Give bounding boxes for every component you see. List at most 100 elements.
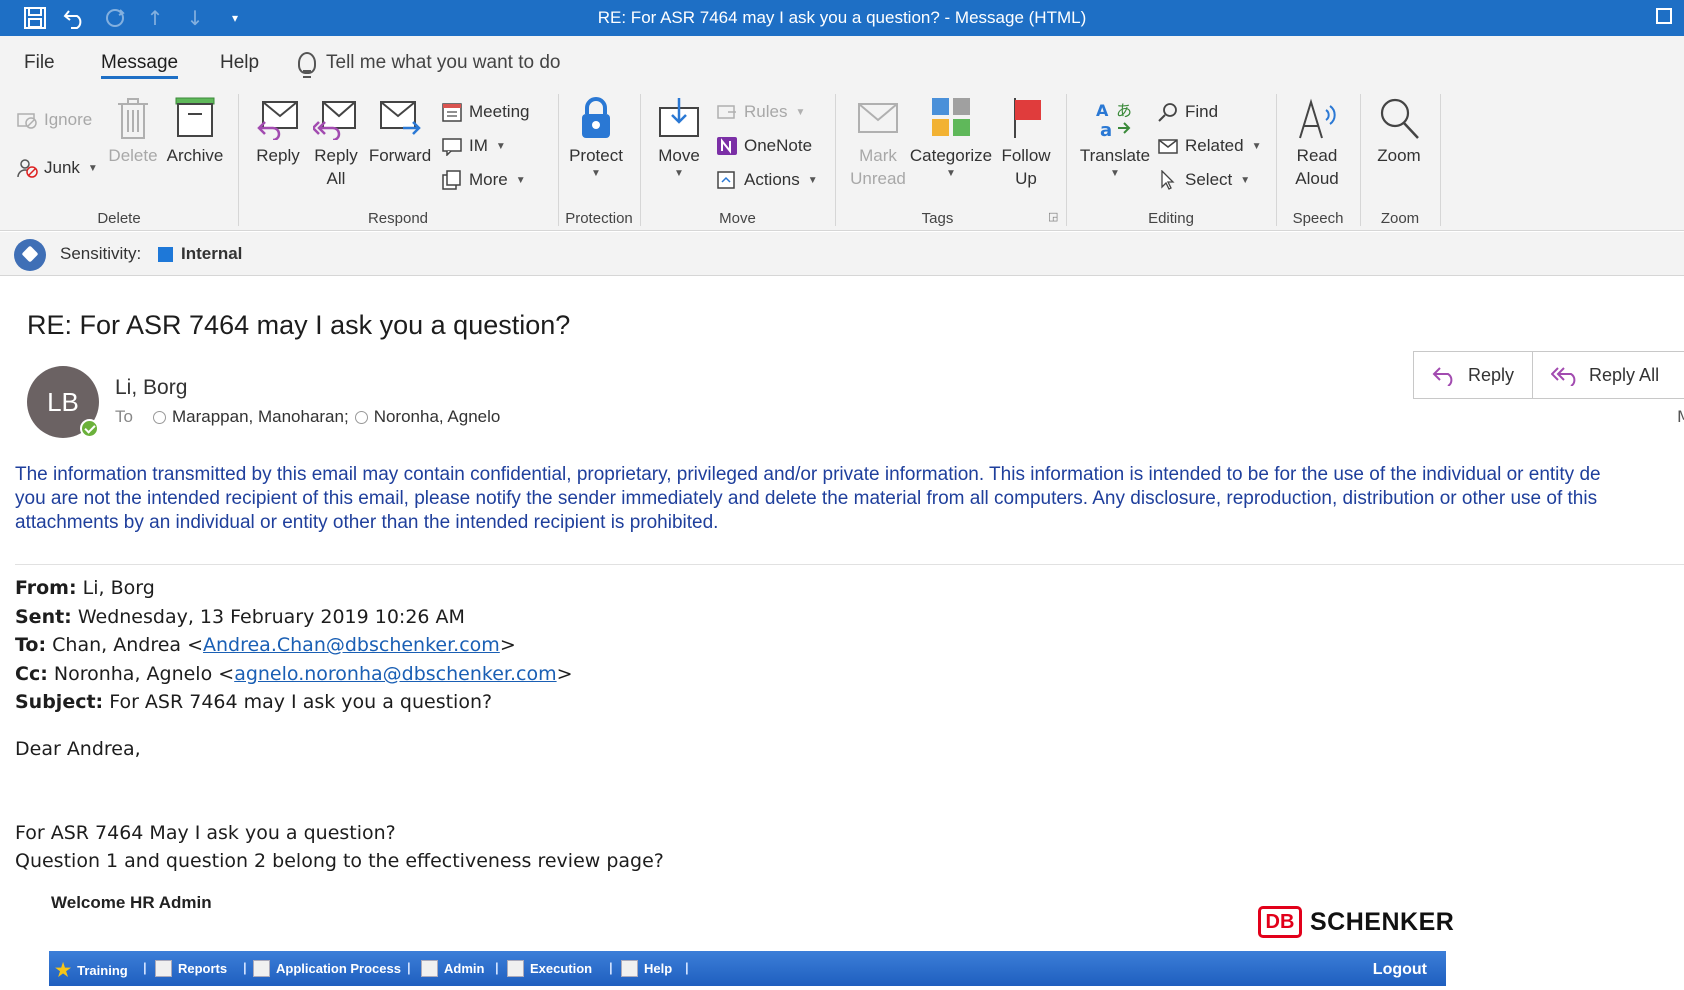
title-bar: ↑ ↓ ▾ RE: For ASR 7464 may I ask you a q… xyxy=(0,0,1684,36)
restore-window-icon[interactable] xyxy=(1656,8,1672,24)
ribbon: Ignore Junk ▼ Delete Archive Delete Reply… xyxy=(0,86,1684,231)
tab-message[interactable]: Message xyxy=(101,52,179,79)
find-button[interactable]: Find xyxy=(1157,102,1218,122)
move-folder-icon xyxy=(659,98,699,137)
nav-separator: | xyxy=(609,960,613,975)
reply-button[interactable]: Reply xyxy=(1414,352,1532,398)
forward-button[interactable]: Forward xyxy=(368,96,432,167)
im-button[interactable]: IM ▼ xyxy=(441,136,506,156)
to-label: To xyxy=(115,407,133,426)
outlook-message-window: ↑ ↓ ▾ RE: For ASR 7464 may I ask you a q… xyxy=(0,0,1684,990)
reply-all-button-label: Reply All xyxy=(1589,364,1660,385)
move-button[interactable]: Move ▼ xyxy=(651,96,707,181)
sensitivity-value[interactable]: Internal xyxy=(181,244,242,264)
categorize-button[interactable]: Categorize ▼ xyxy=(908,96,994,181)
mark-unread-button[interactable]: Mark Unread xyxy=(845,96,911,190)
follow-up-button[interactable]: Follow Up xyxy=(997,96,1055,190)
recipient[interactable]: Noronha, Agnelo xyxy=(374,407,501,427)
select-label: Select xyxy=(1185,170,1233,189)
ignore-label: Ignore xyxy=(44,110,93,129)
delete-button[interactable]: Delete xyxy=(105,96,161,167)
chevron-down-icon: ▼ xyxy=(1240,174,1251,186)
cc-close: > xyxy=(556,662,573,685)
tab-help[interactable]: Help xyxy=(220,52,259,74)
zoom-label: Zoom xyxy=(1377,146,1421,165)
from-label: From: xyxy=(15,577,77,599)
translate-button[interactable]: Aあa Translate ▼ xyxy=(1076,96,1154,181)
lightbulb-icon xyxy=(298,52,316,78)
group-divider xyxy=(1360,94,1361,226)
archive-icon xyxy=(175,97,215,137)
chevron-down-icon: ▼ xyxy=(515,174,526,186)
reply-ribbon-button[interactable]: Reply xyxy=(251,96,305,167)
zoom-button[interactable]: Zoom xyxy=(1369,96,1429,167)
document-icon xyxy=(507,960,524,977)
cc-email-link[interactable]: agnelo.noronha@dbschenker.com xyxy=(234,663,556,685)
svg-text:a: a xyxy=(1100,120,1112,140)
original-message-header: From: Li, Borg Sent: Wednesday, 13 Febru… xyxy=(15,574,1684,717)
reply-button-label: Reply xyxy=(1468,364,1515,385)
to-line: To: Chan, Andrea <Andrea.Chan@dbschenker… xyxy=(15,631,1684,660)
tell-me-text: Tell me what you want to do xyxy=(326,52,561,73)
im-icon xyxy=(442,138,462,156)
greeting: Dear Andrea, xyxy=(15,738,141,760)
recipient[interactable]: Marappan, Manoharan; xyxy=(172,407,349,427)
archive-button[interactable]: Archive xyxy=(163,96,227,167)
envelope-icon xyxy=(858,103,898,133)
presence-unknown-icon xyxy=(152,410,166,424)
dialog-launcher-icon[interactable]: ◲ xyxy=(1048,210,1058,223)
calendar-icon xyxy=(442,103,462,122)
to-email-link[interactable]: Andrea.Chan@dbschenker.com xyxy=(203,634,500,656)
read-aloud-button[interactable]: Read Aloud xyxy=(1284,96,1350,190)
protect-label: Protect xyxy=(569,146,623,165)
sensitivity-tag-icon[interactable] xyxy=(14,239,46,271)
meeting-button[interactable]: Meeting xyxy=(441,102,529,122)
disclaimer-line: you are not the intended recipient of th… xyxy=(15,488,1598,509)
delete-label: Delete xyxy=(108,146,158,165)
select-button[interactable]: Select ▼ xyxy=(1157,170,1250,190)
mark-unread-label-1: Mark xyxy=(859,146,897,165)
recipients-line: To Marappan, Manoharan; Noronha, Agnelo xyxy=(115,407,500,427)
actions-button[interactable]: Actions ▼ xyxy=(716,170,818,190)
related-label: Related xyxy=(1185,136,1244,155)
reply-all-label-2: All xyxy=(326,169,346,188)
more-respond-button[interactable]: More ▼ xyxy=(441,170,526,190)
onenote-button[interactable]: OneNote xyxy=(716,136,812,156)
chevron-down-icon: ▼ xyxy=(1251,140,1262,152)
disclaimer-text: The information transmitted by this emai… xyxy=(15,463,1684,535)
mark-unread-label-2: Unread xyxy=(850,169,906,188)
tell-me-box[interactable]: Tell me what you want to do xyxy=(298,52,561,78)
onenote-icon xyxy=(717,137,737,155)
reply-all-ribbon-button[interactable]: Reply All xyxy=(308,96,364,190)
archive-label: Archive xyxy=(166,146,224,165)
categorize-icon xyxy=(932,98,970,136)
group-divider xyxy=(1066,94,1067,226)
tab-file[interactable]: File xyxy=(24,52,55,74)
subject-line: Subject: For ASR 7464 may I ask you a qu… xyxy=(15,688,1684,717)
reply-all-button[interactable]: Reply All xyxy=(1532,352,1677,398)
sender-name[interactable]: Li, Borg xyxy=(115,376,187,400)
nav-item-help: Help xyxy=(621,960,672,977)
ignore-button[interactable]: Ignore xyxy=(16,110,92,130)
junk-button[interactable]: Junk ▼ xyxy=(16,158,98,178)
more-label: More xyxy=(469,170,508,189)
rules-button[interactable]: Rules ▼ xyxy=(716,102,805,122)
onenote-label: OneNote xyxy=(744,136,813,155)
editing-group-label: Editing xyxy=(1148,210,1194,227)
read-aloud-label-1: Read xyxy=(1296,146,1338,165)
ribbon-tabs: File Message Help Tell me what you want … xyxy=(0,36,1684,86)
sensitivity-bar: Sensitivity: Internal xyxy=(0,232,1684,276)
nav-separator: | xyxy=(407,960,411,975)
related-icon xyxy=(1158,139,1178,154)
related-button[interactable]: Related ▼ xyxy=(1157,136,1262,156)
rules-label: Rules xyxy=(744,102,788,121)
embedded-nav-bar: ★ Training | Reports | Application Proces… xyxy=(49,951,1446,986)
rules-icon xyxy=(717,105,736,119)
subject-label: Subject: xyxy=(15,691,104,714)
body-line: Question 1 and question 2 belong to the … xyxy=(15,850,664,872)
svg-text:あ: あ xyxy=(1116,101,1132,120)
protect-button[interactable]: Protect ▼ xyxy=(566,96,626,181)
im-label: IM xyxy=(469,136,488,155)
ignore-icon xyxy=(17,113,37,129)
nav-item-application-process: Application Process xyxy=(253,960,401,977)
